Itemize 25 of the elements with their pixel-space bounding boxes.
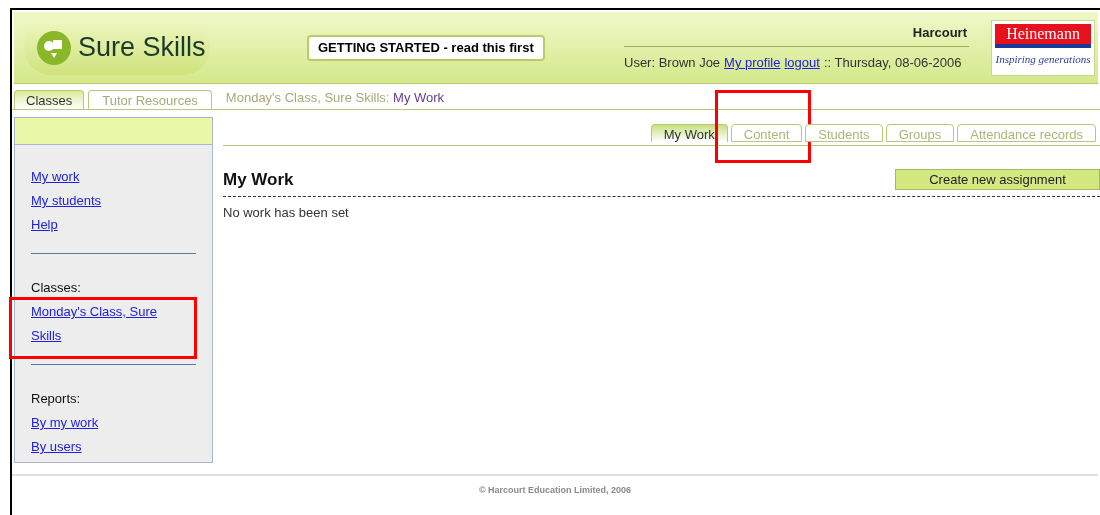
tab[interactable]: Classes bbox=[14, 90, 85, 109]
breadcrumb-path: Monday's Class, Sure Skills: bbox=[225, 89, 390, 105]
sidebar-link[interactable]: By users bbox=[31, 435, 171, 459]
status-message: No work has been set bbox=[223, 203, 350, 222]
logo-text: Sure Skills bbox=[78, 31, 206, 65]
brand-name: Heinemann bbox=[995, 23, 1091, 48]
create-assignment-button[interactable]: Create new assignment bbox=[895, 169, 1100, 191]
sidebar-link[interactable]: My work bbox=[31, 165, 171, 189]
breadcrumb-current: My Work bbox=[393, 89, 445, 105]
copyright-text: © Harcourt Education Limited, 2006 bbox=[478, 485, 632, 495]
sidebar-link[interactable]: My students bbox=[31, 189, 171, 213]
sidebar-link[interactable]: Help bbox=[31, 213, 171, 237]
logout-link[interactable]: logout bbox=[784, 53, 820, 73]
organisation-name: Harcourt bbox=[912, 23, 968, 42]
date-text: :: Thursday, 08-06-2006 bbox=[823, 54, 962, 72]
user-label: User: Brown Joe bbox=[624, 54, 721, 72]
profile-link[interactable]: My profile bbox=[724, 53, 781, 73]
tab[interactable]: My Work bbox=[650, 124, 728, 142]
sidebar-link[interactable]: Monday's Class, Sure Skills bbox=[31, 300, 171, 348]
getting-started-button[interactable]: GETTING STARTED - read this first bbox=[307, 34, 545, 61]
sidebar-link[interactable]: By my work bbox=[31, 411, 171, 435]
page-title: My Work bbox=[223, 169, 294, 191]
brand-tagline: Inspiring generations bbox=[995, 51, 1091, 67]
section-heading: Reports: bbox=[31, 390, 82, 408]
section-heading: Classes: bbox=[31, 279, 82, 297]
